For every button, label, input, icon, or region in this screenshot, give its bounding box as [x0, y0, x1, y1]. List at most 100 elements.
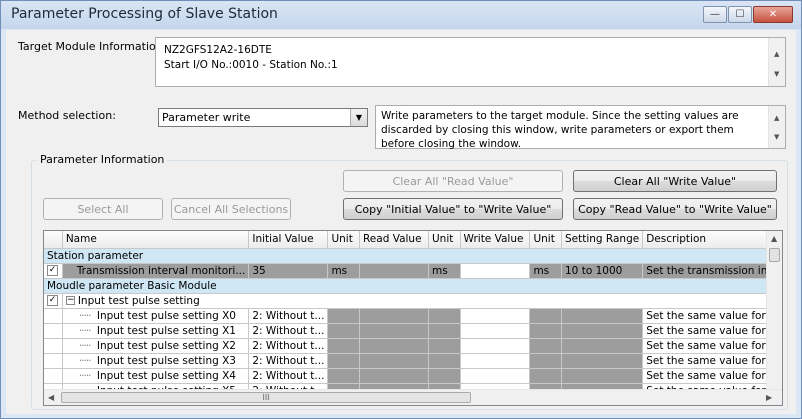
- grid-horizontal-scrollbar[interactable]: ◀ III ▶: [44, 389, 782, 405]
- grid-cell[interactable]: [460, 323, 531, 339]
- scroll-left-icon[interactable]: ◀: [48, 393, 54, 402]
- copy-read-to-write-button[interactable]: Copy "Read Value" to "Write Value": [573, 198, 777, 220]
- grid-cell[interactable]: [428, 353, 461, 369]
- column-header[interactable]: Unit: [428, 231, 461, 249]
- row-checkbox[interactable]: ✓: [47, 295, 58, 306]
- grid-cell[interactable]: ms: [428, 263, 461, 279]
- select-all-button[interactable]: Select All: [43, 198, 163, 220]
- clear-all-write-value-button[interactable]: Clear All "Write Value": [573, 170, 777, 192]
- grid-cell[interactable]: [460, 368, 531, 384]
- grid-cell[interactable]: 2: Without t...: [248, 338, 329, 354]
- grid-cell[interactable]: ····· Input test pulse setting X0: [62, 308, 250, 324]
- grid-cell[interactable]: ····· Input test pulse setting X2: [62, 338, 250, 354]
- grid-cell[interactable]: [561, 323, 644, 339]
- column-header[interactable]: Initial Value: [248, 231, 329, 249]
- grid-cell[interactable]: [428, 308, 461, 324]
- grid-cell[interactable]: [359, 353, 430, 369]
- clear-all-read-value-button[interactable]: Clear All "Read Value": [343, 170, 563, 192]
- cancel-all-selections-button[interactable]: Cancel All Selections: [171, 198, 291, 220]
- grid-cell[interactable]: 2: Without t...: [248, 308, 329, 324]
- target-info-scrollbar[interactable]: ▲ ▼: [768, 38, 785, 86]
- table-row[interactable]: ····· Input test pulse setting X0 2: With…: [44, 308, 782, 324]
- close-button[interactable]: ✕: [753, 6, 793, 23]
- grid-cell[interactable]: [327, 353, 360, 369]
- grid-cell[interactable]: [529, 338, 562, 354]
- grid-cell[interactable]: [359, 368, 430, 384]
- grid-cell[interactable]: [529, 308, 562, 324]
- grid-cell[interactable]: 2: Without t...: [248, 353, 329, 369]
- table-row[interactable]: ✓ Transmission interval monitori... 35 ms ms…: [44, 263, 782, 279]
- target-module-info-box[interactable]: NZ2GFS12A2-16DTE Start I/O No.:0010 - St…: [155, 37, 786, 87]
- table-row[interactable]: ····· Input test pulse setting X1 2: With…: [44, 323, 782, 339]
- vertical-scroll-thumb[interactable]: [769, 248, 780, 262]
- table-row[interactable]: ····· Input test pulse setting X3 2: With…: [44, 353, 782, 369]
- grid-cell[interactable]: [529, 353, 562, 369]
- grid-cell[interactable]: [44, 338, 63, 354]
- grid-cell[interactable]: [460, 338, 531, 354]
- grid-cell[interactable]: [428, 323, 461, 339]
- grid-cell[interactable]: ····· Input test pulse setting X4: [62, 368, 250, 384]
- column-header[interactable]: Setting Range: [561, 231, 644, 249]
- grid-cell[interactable]: [44, 353, 63, 369]
- grid-cell[interactable]: ✓: [44, 263, 63, 279]
- grid-cell[interactable]: [561, 308, 644, 324]
- grid-cell[interactable]: ····· Input test pulse setting X1: [62, 323, 250, 339]
- grid-cell[interactable]: ✓: [44, 293, 63, 309]
- column-header[interactable]: [44, 231, 63, 249]
- grid-cell[interactable]: [561, 368, 644, 384]
- minimize-button[interactable]: —: [703, 6, 727, 23]
- grid-cell[interactable]: [359, 323, 430, 339]
- grid-cell[interactable]: [529, 323, 562, 339]
- description-scrollbar[interactable]: ▲ ▼: [768, 106, 785, 148]
- scroll-up-icon[interactable]: ▲: [774, 50, 779, 58]
- grid-cell[interactable]: Set the same value for X: [642, 323, 782, 339]
- row-checkbox[interactable]: ✓: [47, 265, 58, 276]
- grid-cell[interactable]: 2: Without t...: [248, 323, 329, 339]
- grid-cell[interactable]: Set the same value for X: [642, 338, 782, 354]
- grid-cell[interactable]: Set the same value for X: [642, 308, 782, 324]
- copy-initial-to-write-button[interactable]: Copy "Initial Value" to "Write Value": [343, 198, 563, 220]
- grid-cell[interactable]: ms: [529, 263, 562, 279]
- column-header[interactable]: Unit: [327, 231, 360, 249]
- grid-cell[interactable]: Transmission interval monitori...: [62, 263, 250, 279]
- scroll-down-icon[interactable]: ▼: [774, 133, 779, 141]
- grid-cell[interactable]: [359, 263, 430, 279]
- grid-cell[interactable]: [327, 323, 360, 339]
- grid-cell[interactable]: [359, 308, 430, 324]
- column-header[interactable]: Description: [642, 231, 782, 249]
- dropdown-arrow-button[interactable]: ▼: [350, 109, 367, 126]
- grid-cell[interactable]: [529, 368, 562, 384]
- grid-cell[interactable]: [428, 338, 461, 354]
- grid-cell[interactable]: [561, 338, 644, 354]
- grid-cell[interactable]: [561, 353, 644, 369]
- table-row[interactable]: ····· Input test pulse setting X2 2: With…: [44, 338, 782, 354]
- method-selection-dropdown[interactable]: Parameter write ▼: [158, 108, 368, 127]
- grid-cell[interactable]: [44, 368, 63, 384]
- grid-cell[interactable]: − Input test pulse setting: [62, 293, 782, 309]
- parameter-grid[interactable]: Name Initial Value Unit Read Value Unit Write…: [43, 230, 783, 406]
- grid-cell[interactable]: 10 to 1000: [561, 263, 644, 279]
- horizontal-scroll-thumb[interactable]: III: [61, 392, 471, 403]
- table-row-group[interactable]: ✓ − Input test pulse setting: [44, 293, 782, 309]
- grid-cell[interactable]: [327, 338, 360, 354]
- grid-cell[interactable]: [460, 353, 531, 369]
- maximize-button[interactable]: ☐: [728, 6, 752, 23]
- grid-cell[interactable]: [359, 338, 430, 354]
- scroll-down-icon[interactable]: ▼: [774, 70, 779, 78]
- column-header[interactable]: Write Value: [460, 231, 531, 249]
- grid-cell[interactable]: 2: Without t...: [248, 368, 329, 384]
- grid-cell[interactable]: Set the same value for X: [642, 368, 782, 384]
- grid-cell[interactable]: [327, 368, 360, 384]
- grid-cell[interactable]: [327, 308, 360, 324]
- column-header[interactable]: Name: [62, 231, 250, 249]
- grid-cell[interactable]: ms: [327, 263, 360, 279]
- grid-cell[interactable]: [460, 308, 531, 324]
- title-bar[interactable]: Parameter Processing of Slave Station — …: [1, 1, 801, 29]
- scroll-right-icon[interactable]: ▶: [766, 393, 772, 402]
- scroll-up-icon[interactable]: ▲: [771, 234, 777, 243]
- scroll-up-icon[interactable]: ▲: [774, 114, 779, 122]
- grid-cell[interactable]: 35: [248, 263, 329, 279]
- column-header[interactable]: Unit: [529, 231, 562, 249]
- grid-cell[interactable]: [44, 323, 63, 339]
- grid-vertical-scrollbar[interactable]: ▲: [766, 231, 782, 390]
